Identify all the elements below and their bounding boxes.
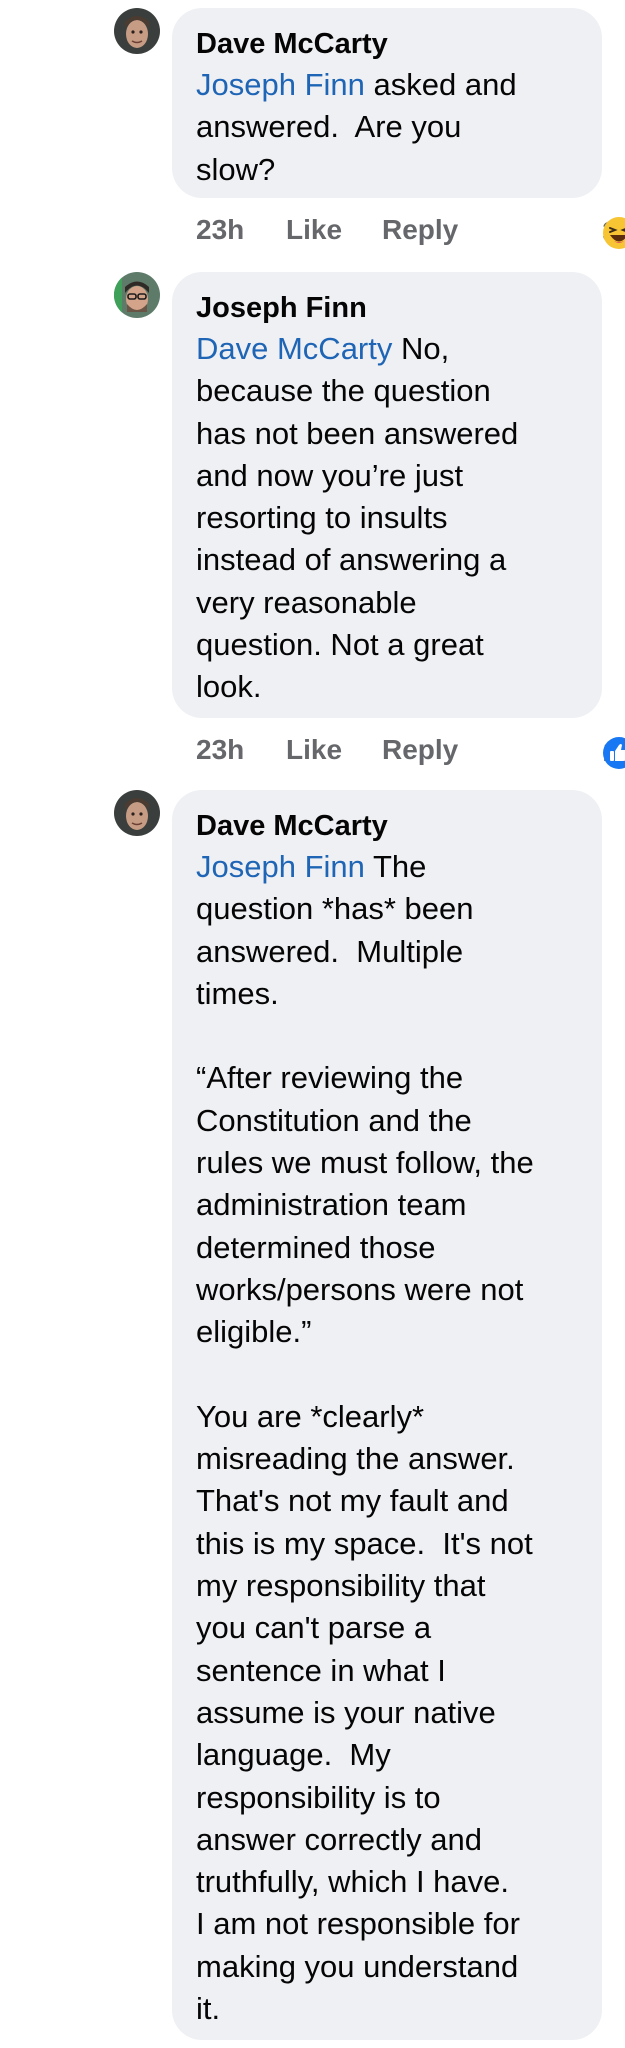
comment-timestamp[interactable]: 23h	[196, 214, 244, 246]
reply-button[interactable]: Reply	[382, 214, 458, 246]
avatar-dave-mccarty[interactable]	[114, 8, 160, 54]
comment-author[interactable]: Joseph Finn	[196, 288, 578, 328]
comment-text: Dave McCarty No, because the question ha…	[196, 331, 519, 705]
haha-emoji-icon	[602, 216, 625, 250]
mention-link[interactable]: Joseph Finn	[196, 67, 365, 102]
comment-actions: 23h Like Reply 11	[196, 728, 625, 772]
mention-link[interactable]: Dave McCarty	[196, 331, 392, 366]
like-button[interactable]: Like	[286, 214, 342, 246]
reply-button[interactable]: Reply	[382, 734, 458, 766]
avatar-dave-mccarty[interactable]	[114, 790, 160, 836]
comment-bubble: Dave McCarty Joseph Finn asked and answe…	[172, 8, 602, 198]
like-thumb-icon	[602, 736, 625, 770]
comment-author[interactable]: Dave McCarty	[196, 24, 578, 64]
comment-timestamp[interactable]: 23h	[196, 734, 244, 766]
mention-link[interactable]: Joseph Finn	[196, 849, 365, 884]
comment-text: Joseph Finn asked and answered. Are you …	[196, 67, 517, 187]
avatar-joseph-finn[interactable]	[114, 272, 160, 318]
comment-text: Joseph Finn The question *has* been answ…	[196, 849, 534, 2027]
comment-author[interactable]: Dave McCarty	[196, 806, 578, 846]
comment-bubble: Dave McCarty Joseph Finn The question *h…	[172, 790, 602, 2040]
comment-bubble: Joseph Finn Dave McCarty No, because the…	[172, 272, 602, 718]
comment-thread: Dave McCarty Joseph Finn asked and answe…	[0, 0, 625, 2048]
like-button[interactable]: Like	[286, 734, 342, 766]
comment-actions: 23h Like Reply 3	[196, 208, 625, 252]
